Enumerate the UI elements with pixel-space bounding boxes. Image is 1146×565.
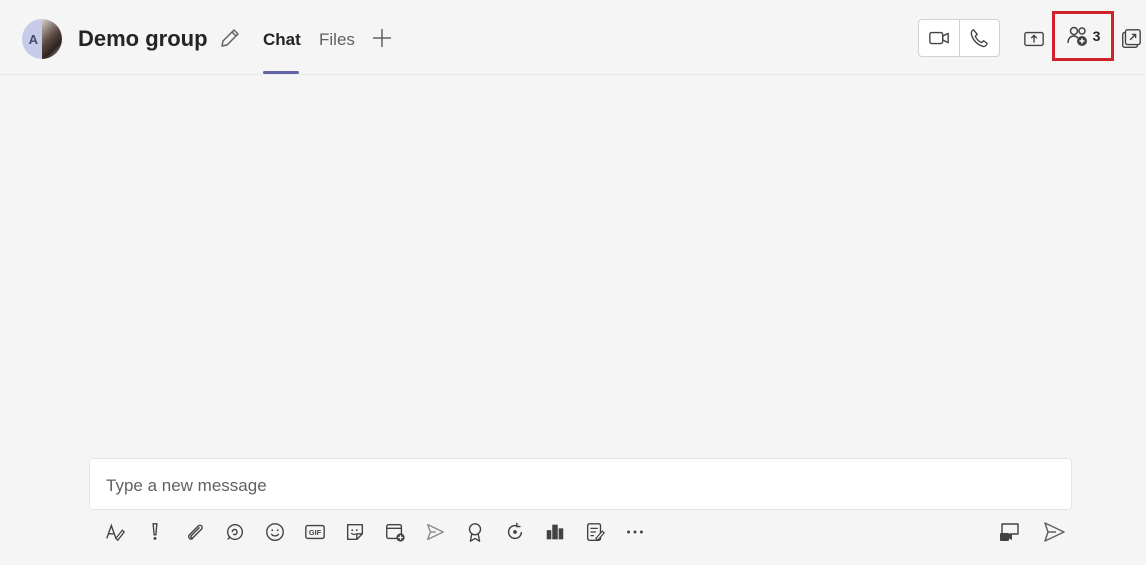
- praise-icon: [468, 523, 482, 542]
- chat-header: A Demo group Chat Files 3: [0, 0, 1146, 75]
- avatar-initial: A: [22, 19, 42, 59]
- gif-button[interactable]: GIF: [295, 518, 335, 546]
- active-tab-indicator: [263, 71, 299, 74]
- group-title: Demo group: [78, 26, 208, 51]
- call-button-group: [918, 19, 1000, 57]
- approvals-button[interactable]: [535, 518, 575, 546]
- compose-toolbar: GIF: [95, 518, 655, 546]
- popout-chat-button[interactable]: [1120, 25, 1146, 53]
- send-button[interactable]: [1038, 518, 1070, 546]
- popout-icon: [1122, 29, 1141, 48]
- important-button[interactable]: [135, 518, 175, 546]
- share-tray-icon: [1024, 31, 1044, 47]
- emoji-icon: [266, 523, 284, 541]
- video-camera-icon: [928, 31, 949, 45]
- praise-button[interactable]: [455, 518, 495, 546]
- compose-actions: [994, 518, 1070, 546]
- svg-text:GIF: GIF: [309, 528, 322, 537]
- meet-now-button[interactable]: [994, 518, 1026, 546]
- share-screen-button[interactable]: [1020, 25, 1048, 53]
- add-tab-icon[interactable]: [370, 26, 394, 50]
- people-add-icon: [1066, 26, 1087, 46]
- more-options-icon: [627, 530, 643, 534]
- sticker-button[interactable]: [335, 518, 375, 546]
- meet-now-icon: [1000, 523, 1019, 541]
- format-button[interactable]: [95, 518, 135, 546]
- forms-icon: [586, 523, 605, 542]
- gif-icon: GIF: [305, 524, 325, 540]
- stream-button[interactable]: [415, 518, 455, 546]
- phone-icon: [970, 29, 989, 48]
- participants-button[interactable]: 3: [1052, 11, 1114, 61]
- group-avatar[interactable]: A: [22, 19, 62, 59]
- forms-button[interactable]: [575, 518, 615, 546]
- edit-name-icon[interactable]: [218, 26, 242, 50]
- video-call-button[interactable]: [919, 20, 959, 56]
- sticker-icon: [346, 523, 364, 541]
- approvals-icon: [546, 524, 564, 540]
- compose-box: [89, 458, 1072, 510]
- updates-icon: [507, 522, 523, 540]
- attach-button[interactable]: [175, 518, 215, 546]
- loop-icon: [226, 523, 244, 541]
- important-icon: [152, 523, 158, 540]
- tab-files[interactable]: Files: [319, 30, 355, 50]
- attach-icon: [188, 524, 203, 540]
- send-icon: [1044, 522, 1065, 542]
- updates-button[interactable]: [495, 518, 535, 546]
- emoji-button[interactable]: [255, 518, 295, 546]
- participant-count: 3: [1092, 28, 1101, 44]
- avatar-photo: [42, 19, 62, 59]
- audio-call-button[interactable]: [958, 20, 1000, 56]
- schedule-meeting-button[interactable]: [375, 518, 415, 546]
- more-options-button[interactable]: [615, 518, 655, 546]
- tab-chat[interactable]: Chat: [263, 30, 301, 50]
- schedule-meeting-icon: [386, 523, 405, 542]
- message-input[interactable]: [104, 473, 1048, 499]
- format-icon: [106, 523, 126, 542]
- loop-button[interactable]: [215, 518, 255, 546]
- stream-icon: [426, 523, 444, 541]
